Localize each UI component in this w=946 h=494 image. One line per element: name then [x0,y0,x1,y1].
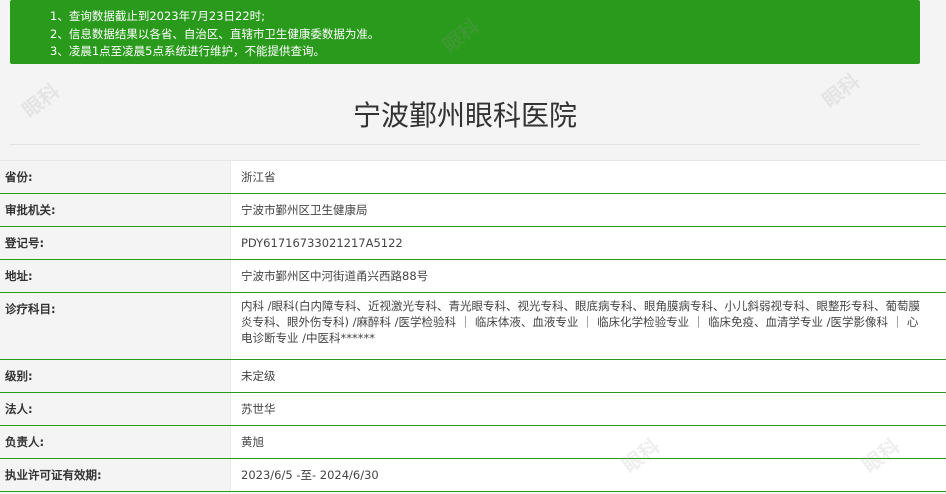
row-label-approval-authority: 审批机关: [5,203,56,217]
row-label-license-validity: 执业许可证有效期: [5,468,102,482]
row-value-approval-authority: 宁波市鄞州区卫生健康局 [230,194,946,226]
row-label-registration-number: 登记号: [5,236,45,250]
hospital-details-table: 省份: 浙江省 审批机关: 宁波市鄞州区卫生健康局 登记号: PDY617167… [0,160,946,492]
table-row: 负责人: 黄旭 [0,426,946,459]
table-row: 省份: 浙江省 [0,160,946,194]
row-value-license-validity: 2023/6/5 -至- 2024/6/30 [230,459,946,491]
row-value-province: 浙江省 [230,161,946,193]
row-label-legal-person: 法人: [5,402,33,416]
table-row: 法人: 苏世华 [0,393,946,426]
table-row: 审批机关: 宁波市鄞州区卫生健康局 [0,194,946,227]
row-label-address: 地址: [5,269,33,283]
table-row: 地址: 宁波市鄞州区中河街道甬兴西路88号 [0,260,946,293]
notice-line-2: 2、信息数据结果以各省、自治区、直辖市卫生健康委数据为准。 [50,26,380,41]
row-value-registration-number: PDY61716733021217A5122 [230,227,946,259]
row-label-departments: 诊疗科目: [5,302,56,316]
row-label-level: 级别: [5,369,33,383]
notice-line-1: 1、查询数据截止到2023年7月23日22时; [50,9,266,23]
table-row: 登记号: PDY61716733021217A5122 [0,227,946,260]
row-label-province: 省份: [5,170,33,184]
row-value-address: 宁波市鄞州区中河街道甬兴西路88号 [230,260,946,292]
row-value-departments: 内科 /眼科(白内障专科、近视激光专科、青光眼专科、视光专科、眼底病专科、眼角膜… [230,293,946,359]
notice-line-3: 3、凌晨1点至凌晨5点系统进行维护，不能提供查询。 [50,44,325,58]
table-row: 诊疗科目: 内科 /眼科(白内障专科、近视激光专科、青光眼专科、视光专科、眼底病… [0,293,946,360]
table-row: 级别: 未定级 [0,360,946,393]
row-label-person-in-charge: 负责人: [5,435,45,449]
row-value-level: 未定级 [230,360,946,392]
title-divider [10,144,920,145]
row-value-person-in-charge: 黄旭 [230,426,946,458]
table-row: 执业许可证有效期: 2023/6/5 -至- 2024/6/30 [0,459,946,492]
page-title: 宁波鄞州眼科医院 [352,99,577,132]
notice-banner: 1、查询数据截止到2023年7月23日22时; 2、信息数据结果以各省、自治区、… [10,0,920,64]
row-value-legal-person: 苏世华 [230,393,946,425]
